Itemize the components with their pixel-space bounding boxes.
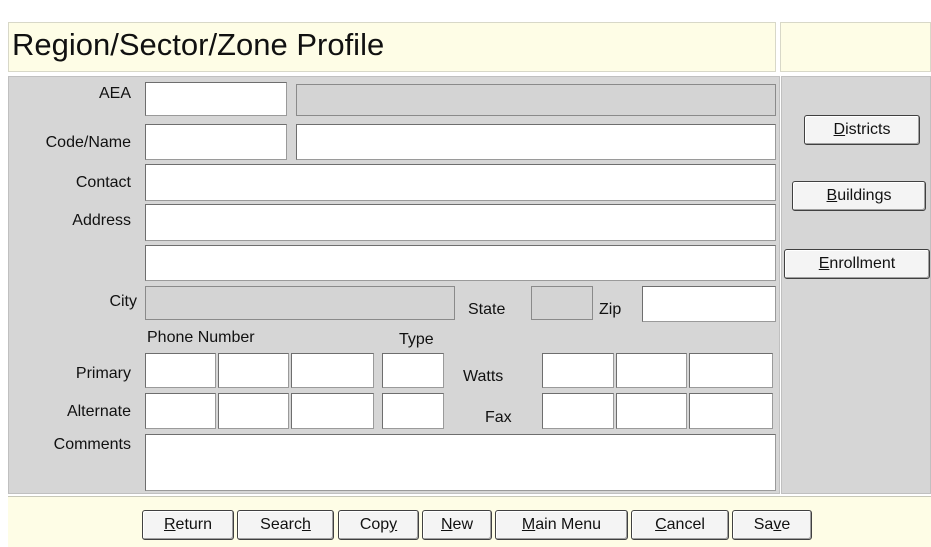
city-field[interactable]: [145, 286, 455, 320]
primary-prefix-field[interactable]: [218, 353, 289, 388]
main-menu-button[interactable]: Main Menu: [495, 510, 628, 540]
action-bar: Return Search Copy New Main Menu Cancel …: [8, 496, 931, 547]
enrollment-button[interactable]: Enrollment: [784, 249, 930, 279]
aea-name-field[interactable]: [296, 84, 776, 116]
search-button[interactable]: Search: [237, 510, 334, 540]
contact-field[interactable]: [145, 164, 776, 201]
fax-prefix-field[interactable]: [616, 393, 687, 429]
alternate-prefix-field[interactable]: [218, 393, 289, 429]
watts-area-code-field[interactable]: [542, 353, 614, 388]
address-label: Address: [72, 212, 131, 229]
watts-label: Watts: [463, 368, 504, 385]
comments-label: Comments: [53, 436, 131, 453]
state-label: State: [468, 301, 506, 318]
alternate-area-code-field[interactable]: [145, 393, 216, 429]
copy-button[interactable]: Copy: [338, 510, 419, 540]
return-button[interactable]: Return: [142, 510, 234, 540]
phone-number-header: Phone Number: [147, 329, 255, 346]
districts-button[interactable]: Districts: [804, 115, 920, 145]
title-bar: Region/Sector/Zone Profile: [8, 22, 776, 72]
address-line2-field[interactable]: [145, 245, 776, 281]
contact-label: Contact: [75, 174, 131, 191]
fax-label: Fax: [485, 409, 512, 426]
buildings-button[interactable]: Buildings: [792, 181, 926, 211]
primary-area-code-field[interactable]: [145, 353, 216, 388]
state-field[interactable]: [531, 286, 593, 320]
aea-code-field[interactable]: [145, 82, 287, 116]
name-field[interactable]: [296, 124, 776, 160]
aea-label: AEA: [98, 85, 131, 102]
new-button[interactable]: New: [422, 510, 492, 540]
city-label: City: [109, 293, 137, 310]
zip-label: Zip: [599, 301, 622, 318]
fax-line-field[interactable]: [689, 393, 773, 429]
comments-field[interactable]: [145, 434, 776, 491]
watts-line-field[interactable]: [689, 353, 773, 388]
cancel-button[interactable]: Cancel: [631, 510, 729, 540]
zip-field[interactable]: [642, 286, 776, 322]
address-line1-field[interactable]: [145, 204, 776, 241]
alternate-line-field[interactable]: [291, 393, 374, 429]
form-panel: AEA Code/Name Contact Address City State…: [8, 76, 780, 494]
alternate-type-field[interactable]: [382, 393, 444, 429]
title-bar-right: [780, 22, 931, 72]
code-name-label: Code/Name: [45, 134, 131, 151]
code-field[interactable]: [145, 124, 287, 160]
primary-line-field[interactable]: [291, 353, 374, 388]
side-panel: Districts Buildings Enrollment: [781, 76, 931, 494]
save-button[interactable]: Save: [732, 510, 812, 540]
type-header: Type: [399, 331, 434, 348]
watts-prefix-field[interactable]: [616, 353, 687, 388]
primary-type-field[interactable]: [382, 353, 444, 388]
page-title: Region/Sector/Zone Profile: [12, 27, 385, 62]
alternate-label: Alternate: [66, 403, 131, 420]
fax-area-code-field[interactable]: [542, 393, 614, 429]
primary-label: Primary: [75, 365, 131, 382]
